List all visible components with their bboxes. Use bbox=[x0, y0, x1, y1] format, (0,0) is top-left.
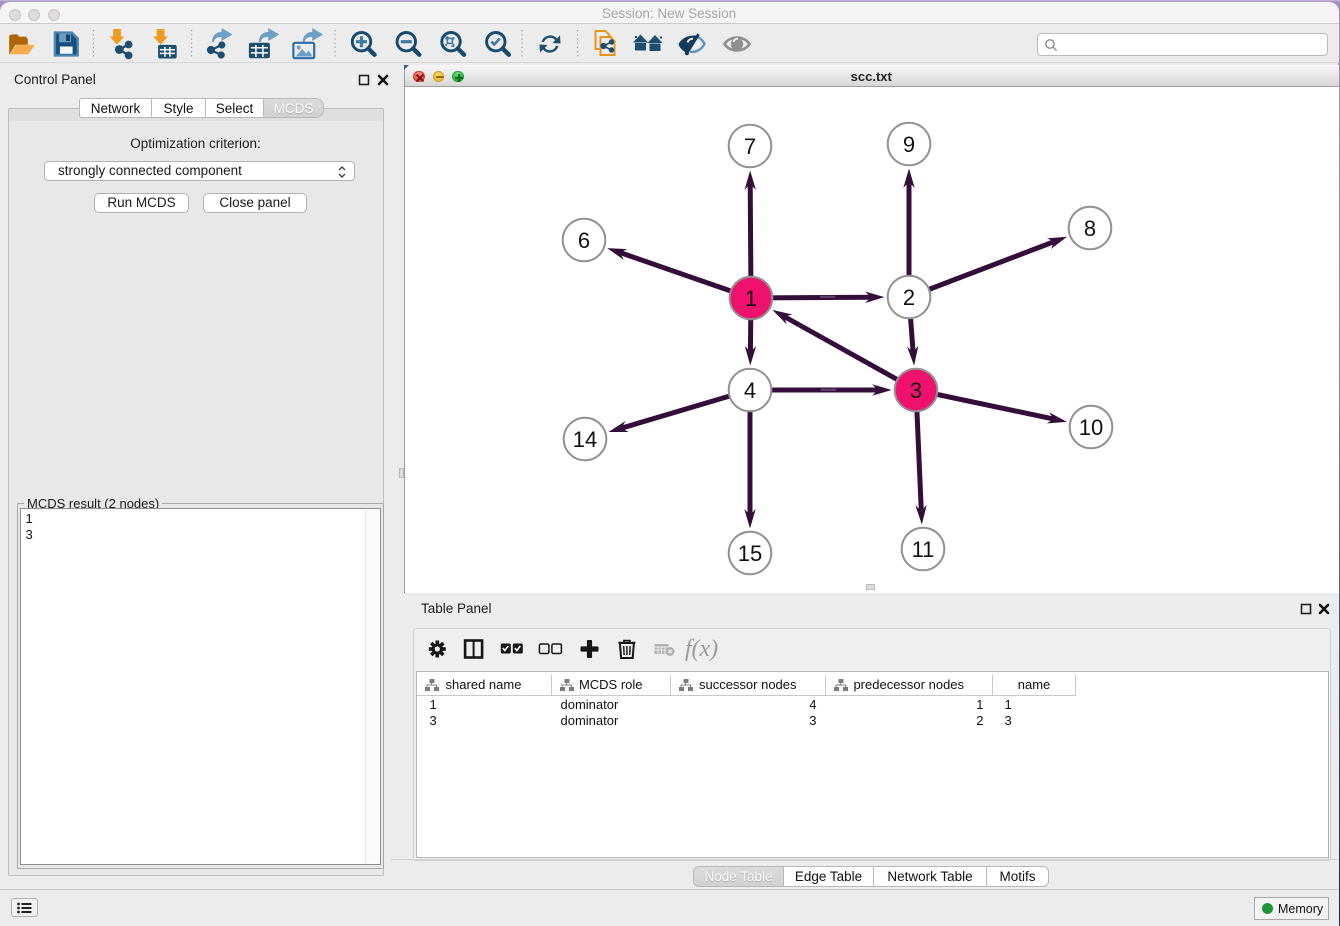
svg-text:f(x): f(x) bbox=[684, 636, 717, 662]
svg-text:2: 2 bbox=[903, 285, 915, 310]
svg-text:11: 11 bbox=[912, 537, 935, 562]
svg-text:4: 4 bbox=[744, 378, 756, 403]
svg-text:10: 10 bbox=[1079, 415, 1103, 440]
svg-text:14: 14 bbox=[573, 427, 597, 452]
svg-text:9: 9 bbox=[903, 132, 915, 157]
svg-text:7: 7 bbox=[744, 134, 756, 159]
svg-text:15: 15 bbox=[738, 541, 762, 566]
svg-text:6: 6 bbox=[578, 228, 590, 253]
svg-text:1: 1 bbox=[745, 286, 757, 311]
svg-text:3: 3 bbox=[910, 378, 922, 403]
svg-text:8: 8 bbox=[1084, 216, 1096, 241]
